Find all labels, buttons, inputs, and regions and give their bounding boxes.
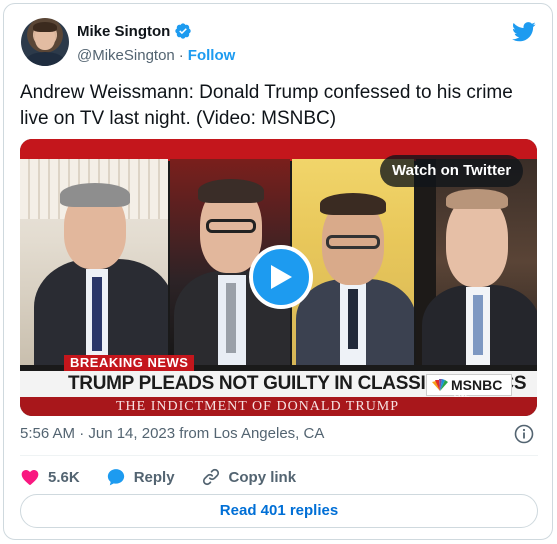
copy-link-label: Copy link: [228, 468, 297, 486]
tweet-card: Mike Sington @MikeSington · Follow Andre…: [3, 3, 553, 540]
verified-badge-icon: [175, 23, 192, 39]
divider: [20, 455, 538, 456]
network-name: MSNBC: [451, 377, 503, 393]
info-icon[interactable]: [514, 424, 534, 444]
video-panel-guest-2: [292, 159, 414, 365]
separator-dot: ·: [178, 47, 184, 64]
tweet-timestamp[interactable]: 5:56 AM · Jun 14, 2023 from Los Angeles,…: [20, 425, 324, 442]
heart-icon: [21, 470, 39, 485]
video-panel-host: [20, 159, 168, 365]
breaking-news-label: BREAKING NEWS: [64, 355, 195, 371]
news-subline: THE INDICTMENT OF DONALD TRUMP: [116, 399, 400, 414]
news-lower-third: BREAKING NEWS TRUMP PLEADS NOT GUILTY IN…: [20, 355, 537, 416]
link-icon: [202, 468, 219, 486]
like-count: 5.6K: [48, 468, 80, 486]
video-player[interactable]: BREAKING NEWS TRUMP PLEADS NOT GUILTY IN…: [20, 139, 537, 416]
play-button[interactable]: [249, 245, 313, 309]
copy-link-button[interactable]: Copy link: [201, 467, 297, 487]
live-label: LIVE: [454, 392, 470, 399]
video-panel-guest-3: [416, 159, 537, 365]
action-bar: 5.6K Reply Copy link: [20, 466, 322, 488]
reply-button[interactable]: Reply: [106, 467, 175, 487]
read-replies-button[interactable]: Read 401 replies: [20, 494, 538, 528]
avatar[interactable]: [21, 18, 69, 66]
peacock-icon: [432, 379, 448, 391]
author-handle-row: @MikeSington · Follow: [77, 47, 235, 64]
reply-bubble-icon: [107, 469, 124, 486]
author-handle[interactable]: @MikeSington: [77, 47, 175, 64]
author-display-name[interactable]: Mike Sington: [77, 23, 170, 40]
tweet-text: Andrew Weissmann: Donald Trump confessed…: [20, 82, 513, 129]
watch-on-twitter-button[interactable]: Watch on Twitter: [380, 155, 524, 187]
follow-button[interactable]: Follow: [188, 47, 236, 64]
play-icon: [271, 265, 292, 289]
twitter-bird-icon[interactable]: [512, 22, 536, 42]
reply-label: Reply: [133, 468, 175, 486]
author-name-row: Mike Sington: [77, 22, 192, 40]
like-button[interactable]: 5.6K: [20, 467, 80, 487]
